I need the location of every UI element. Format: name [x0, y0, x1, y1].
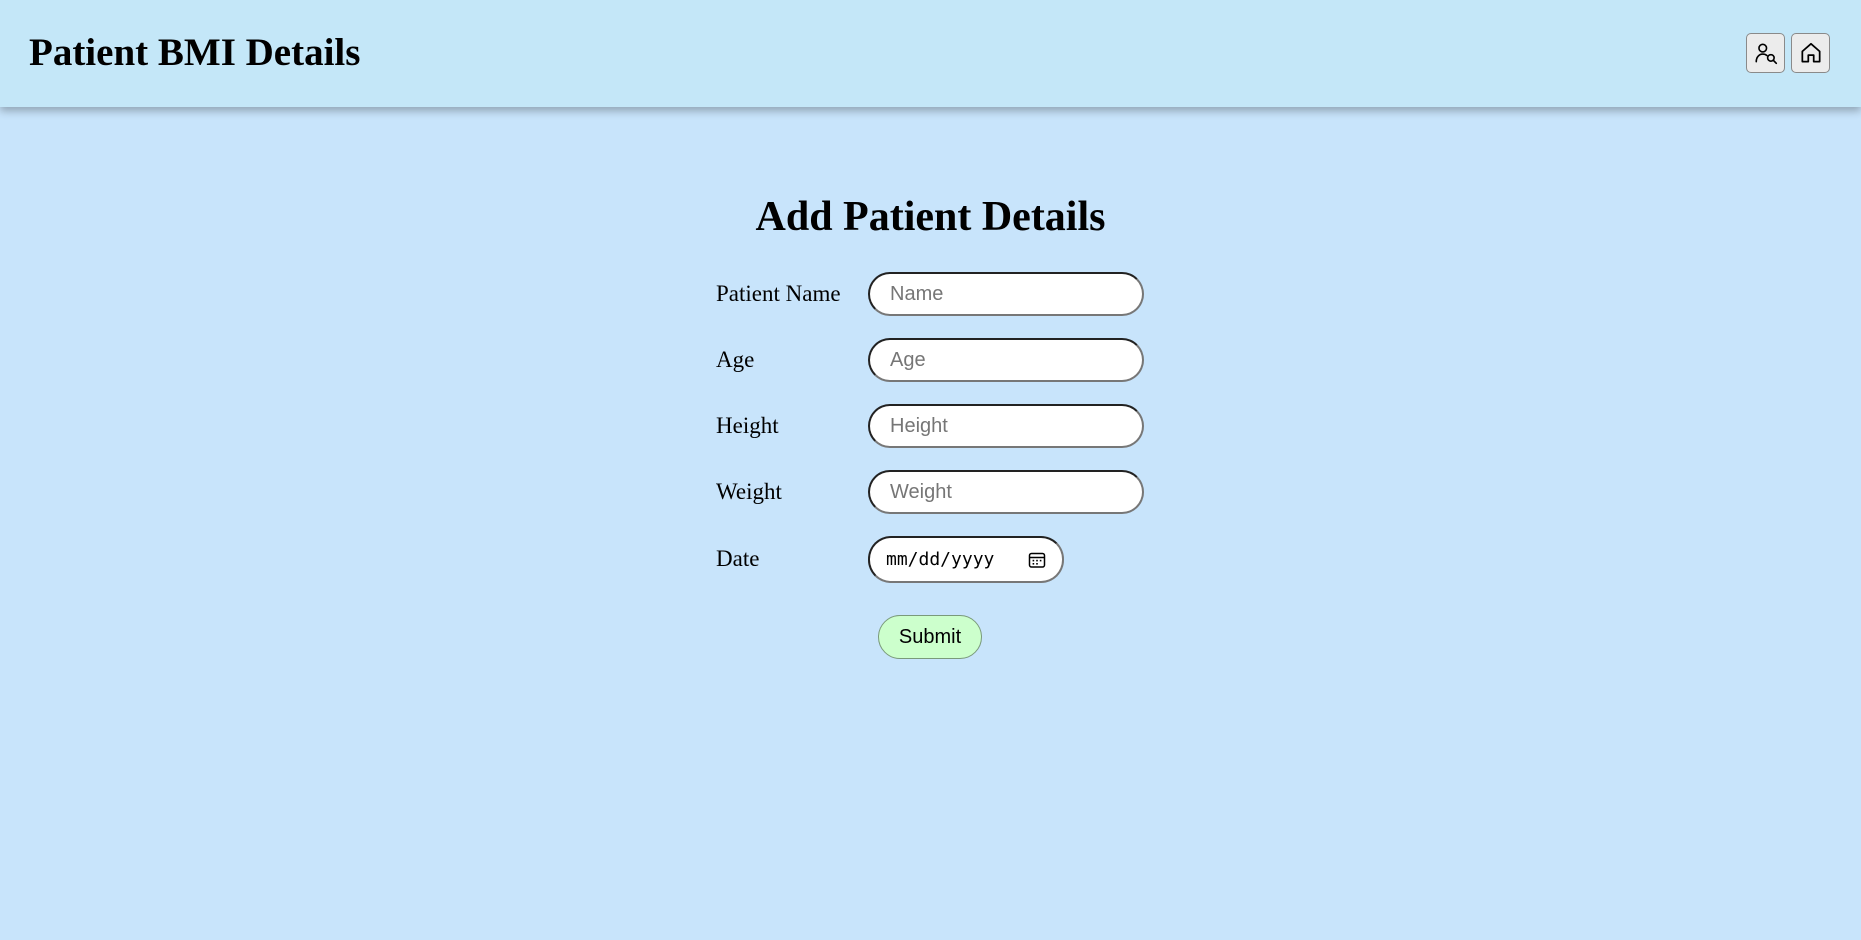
weight-label: Weight: [716, 479, 782, 504]
search-patient-button[interactable]: [1746, 33, 1785, 73]
weight-input[interactable]: [868, 470, 1144, 514]
date-label: Date: [716, 546, 760, 571]
height-label: Height: [716, 413, 779, 438]
page-title: Patient BMI Details: [29, 31, 361, 74]
patient-name-input[interactable]: [868, 272, 1144, 316]
submit-button[interactable]: Submit: [878, 615, 982, 659]
patient-name-label: Patient Name: [716, 281, 841, 306]
home-icon: [1800, 42, 1821, 63]
age-label: Age: [716, 347, 755, 372]
height-input[interactable]: [868, 404, 1144, 448]
date-placeholder: mm/dd/yyyy: [886, 549, 995, 570]
form-title: Add Patient Details: [755, 194, 1106, 240]
age-input[interactable]: [868, 338, 1144, 382]
app-header: Patient BMI Details: [0, 0, 1861, 107]
calendar-icon[interactable]: [1027, 550, 1047, 570]
date-input[interactable]: mm/dd/yyyy: [868, 536, 1064, 583]
home-button[interactable]: [1791, 33, 1830, 73]
user-search-icon: [1754, 43, 1777, 65]
